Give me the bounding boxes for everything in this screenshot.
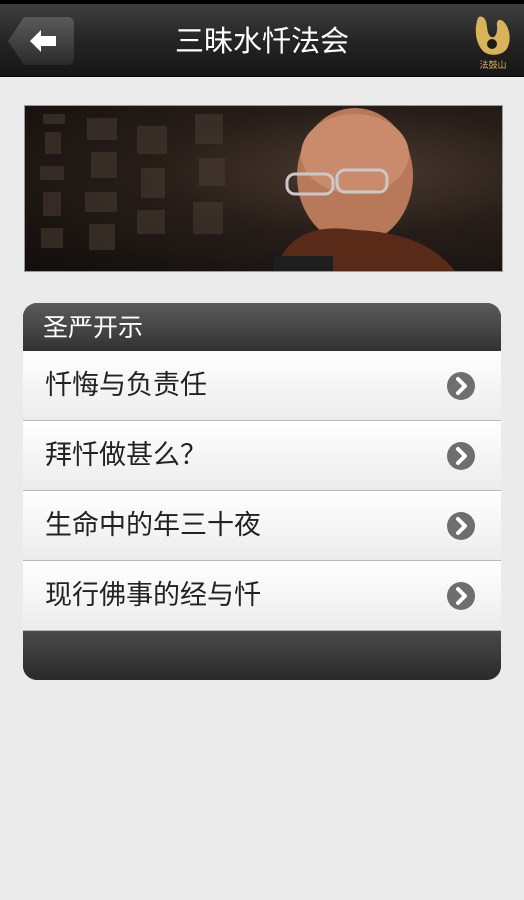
list-item-label: 拜忏做甚么？ [45,440,207,471]
list-item[interactable]: 拜忏做甚么？ [23,421,501,491]
chevron-right-icon [447,512,475,540]
panel-footer [23,631,501,680]
chevron-right-icon [447,372,475,400]
list-item-label: 忏悔与负责任 [45,370,207,401]
list-item-label: 现行佛事的经与忏 [45,580,261,611]
banner-image [24,105,503,272]
dharma-drum-logo-icon [475,16,510,55]
monk-portrait-image [40,108,455,271]
teachings-panel: 圣严开示 忏悔与负责任 拜忏做甚么？ 生命中的年三十夜 现行佛事的经与忏 [23,303,501,680]
list-item[interactable]: 生命中的年三十夜 [23,491,501,561]
logo[interactable]: 法鼓山 [470,14,516,74]
section-title: 圣严开示 [43,313,144,342]
panel-header: 圣严开示 [23,303,501,351]
top-bar: 三昧水忏法会 法鼓山 [0,4,524,77]
chevron-right-icon [447,442,475,470]
list-item-label: 生命中的年三十夜 [45,510,261,541]
list-item[interactable]: 现行佛事的经与忏 [23,561,501,631]
page-title: 三昧水忏法会 [174,24,349,58]
chevron-right-icon [447,582,475,610]
list-item[interactable]: 忏悔与负责任 [23,351,501,421]
logo-text: 法鼓山 [479,61,507,71]
